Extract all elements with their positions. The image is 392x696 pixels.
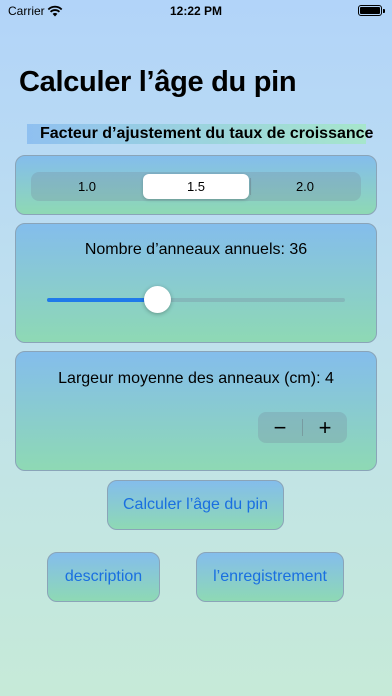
ring-width-card: Largeur moyenne des anneaux (cm): 4 − +: [15, 351, 377, 471]
increment-button[interactable]: +: [303, 412, 347, 443]
calculate-age-button[interactable]: Calculer l’âge du pin: [107, 480, 284, 530]
decrement-button[interactable]: −: [258, 412, 302, 443]
clock: 12:22 PM: [169, 4, 223, 18]
rings-slider-fill: [47, 298, 158, 302]
rings-count-label: Nombre d’anneaux annuels: 36: [84, 241, 308, 258]
page-title: Calculer l’âge du pin: [19, 66, 297, 98]
battery-icon: [358, 5, 385, 16]
ring-width-label: Largeur moyenne des anneaux (cm): 4: [58, 370, 334, 387]
status-bar: Carrier 12:22 PM: [0, 0, 392, 22]
description-button[interactable]: description: [47, 552, 160, 602]
segment-1-0[interactable]: 1.0: [34, 174, 140, 199]
segment-divider: [250, 178, 251, 195]
segment-1-5[interactable]: 1.5: [143, 174, 249, 199]
growth-factor-card: 1.0 1.5 2.0: [15, 155, 377, 215]
rings-slider-thumb[interactable]: [143, 286, 171, 313]
growth-factor-segmented-control: 1.0 1.5 2.0: [31, 172, 361, 201]
segment-2-0[interactable]: 2.0: [252, 174, 358, 199]
section-subtitle: Facteur d’ajustement du taux de croissan…: [27, 124, 373, 144]
rings-count-card: Nombre d’anneaux annuels: 36: [15, 223, 377, 343]
ring-width-stepper: − +: [258, 412, 347, 443]
save-button[interactable]: l’enregistrement: [196, 552, 344, 602]
rings-slider-track[interactable]: [47, 298, 345, 302]
